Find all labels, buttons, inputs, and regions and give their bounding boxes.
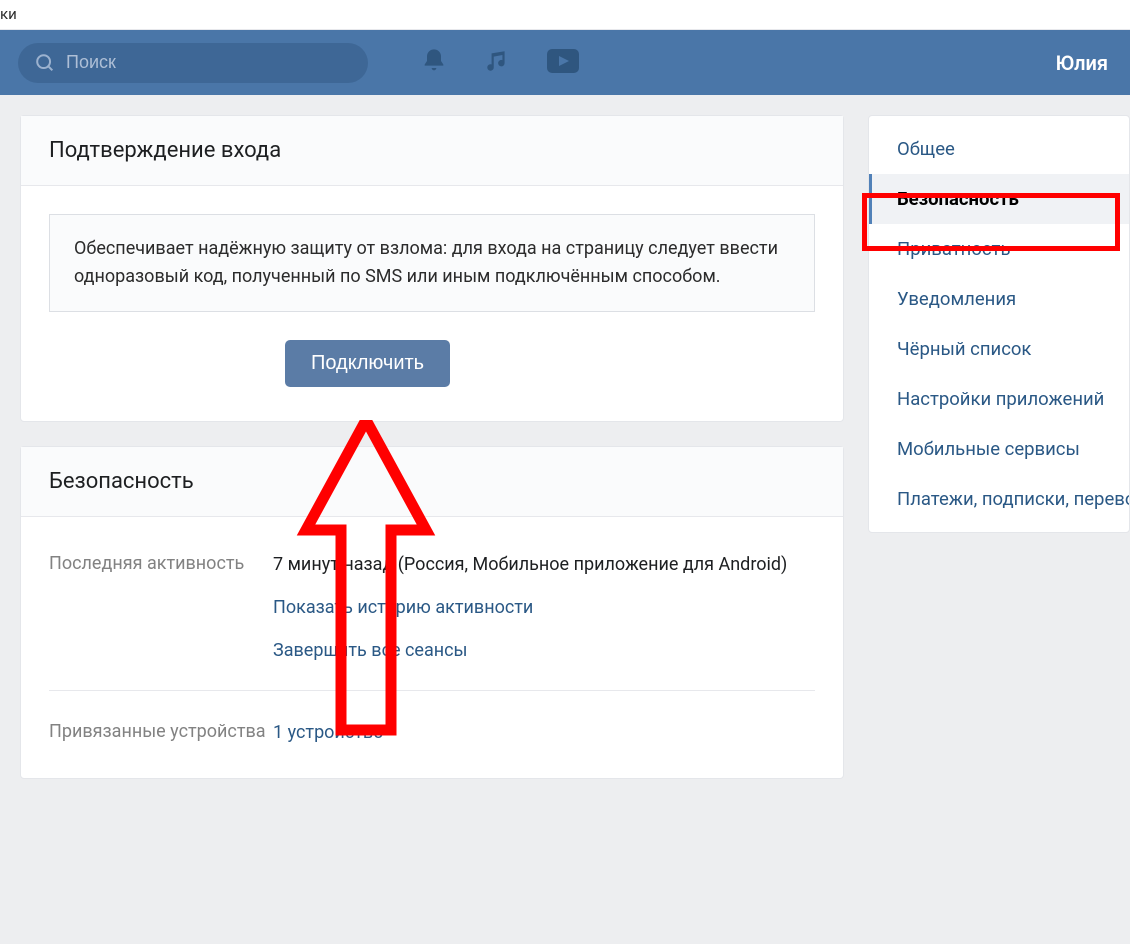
search-icon — [34, 52, 56, 74]
sidebar-item-payments[interactable]: Платежи, подписки, переводы — [869, 474, 1129, 524]
sidebar-item-app-settings[interactable]: Настройки приложений — [869, 374, 1129, 424]
sidebar-item-privacy[interactable]: Приватность — [869, 224, 1129, 274]
sidebar-item-mobile-services[interactable]: Мобильные сервисы — [869, 424, 1129, 474]
last-activity-value: 7 минут назад (Россия, Мобильное приложе… — [273, 554, 787, 575]
end-all-sessions-link[interactable]: Завершить все сеансы — [273, 637, 815, 664]
sidebar-item-general[interactable]: Общее — [869, 124, 1129, 174]
show-activity-history-link[interactable]: Показать историю активности — [273, 594, 815, 621]
devices-label: Привязанные устройства — [49, 719, 273, 746]
login-confirmation-card: Подтверждение входа Обеспечивает надёжну… — [20, 115, 844, 422]
top-nav-bar: Юлия — [0, 30, 1130, 95]
settings-sidebar: Общее Безопасность Приватность Уведомлен… — [868, 115, 1130, 533]
bell-icon[interactable] — [420, 47, 448, 79]
sidebar-item-blacklist[interactable]: Чёрный список — [869, 324, 1129, 374]
topbar-icons — [420, 47, 580, 79]
browser-tab-fragment: ки — [0, 0, 1130, 30]
page-content: Подтверждение входа Обеспечивает надёжну… — [0, 95, 1130, 779]
security-card: Безопасность Последняя активность 7 мину… — [20, 446, 844, 779]
search-input[interactable] — [66, 52, 352, 73]
tab-fragment-text: ки — [0, 5, 17, 23]
connect-button[interactable]: Подключить — [285, 340, 450, 387]
login-confirmation-title: Подтверждение входа — [21, 116, 843, 186]
security-title: Безопасность — [21, 447, 843, 517]
sidebar-item-security[interactable]: Безопасность — [869, 174, 1129, 224]
user-name[interactable]: Юлия — [1056, 51, 1112, 75]
last-activity-label: Последняя активность — [49, 551, 273, 664]
music-icon[interactable] — [484, 48, 510, 78]
login-confirmation-info: Обеспечивает надёжную защиту от взлома: … — [49, 214, 815, 312]
video-play-icon[interactable] — [546, 48, 580, 78]
last-activity-row: Последняя активность 7 минут назад (Росс… — [49, 523, 815, 691]
sidebar-item-notifications[interactable]: Уведомления — [869, 274, 1129, 324]
devices-count-link[interactable]: 1 устройство — [273, 722, 383, 743]
devices-row: Привязанные устройства 1 устройство — [49, 691, 815, 772]
main-column: Подтверждение входа Обеспечивает надёжну… — [20, 115, 844, 779]
search-field[interactable] — [18, 43, 368, 83]
